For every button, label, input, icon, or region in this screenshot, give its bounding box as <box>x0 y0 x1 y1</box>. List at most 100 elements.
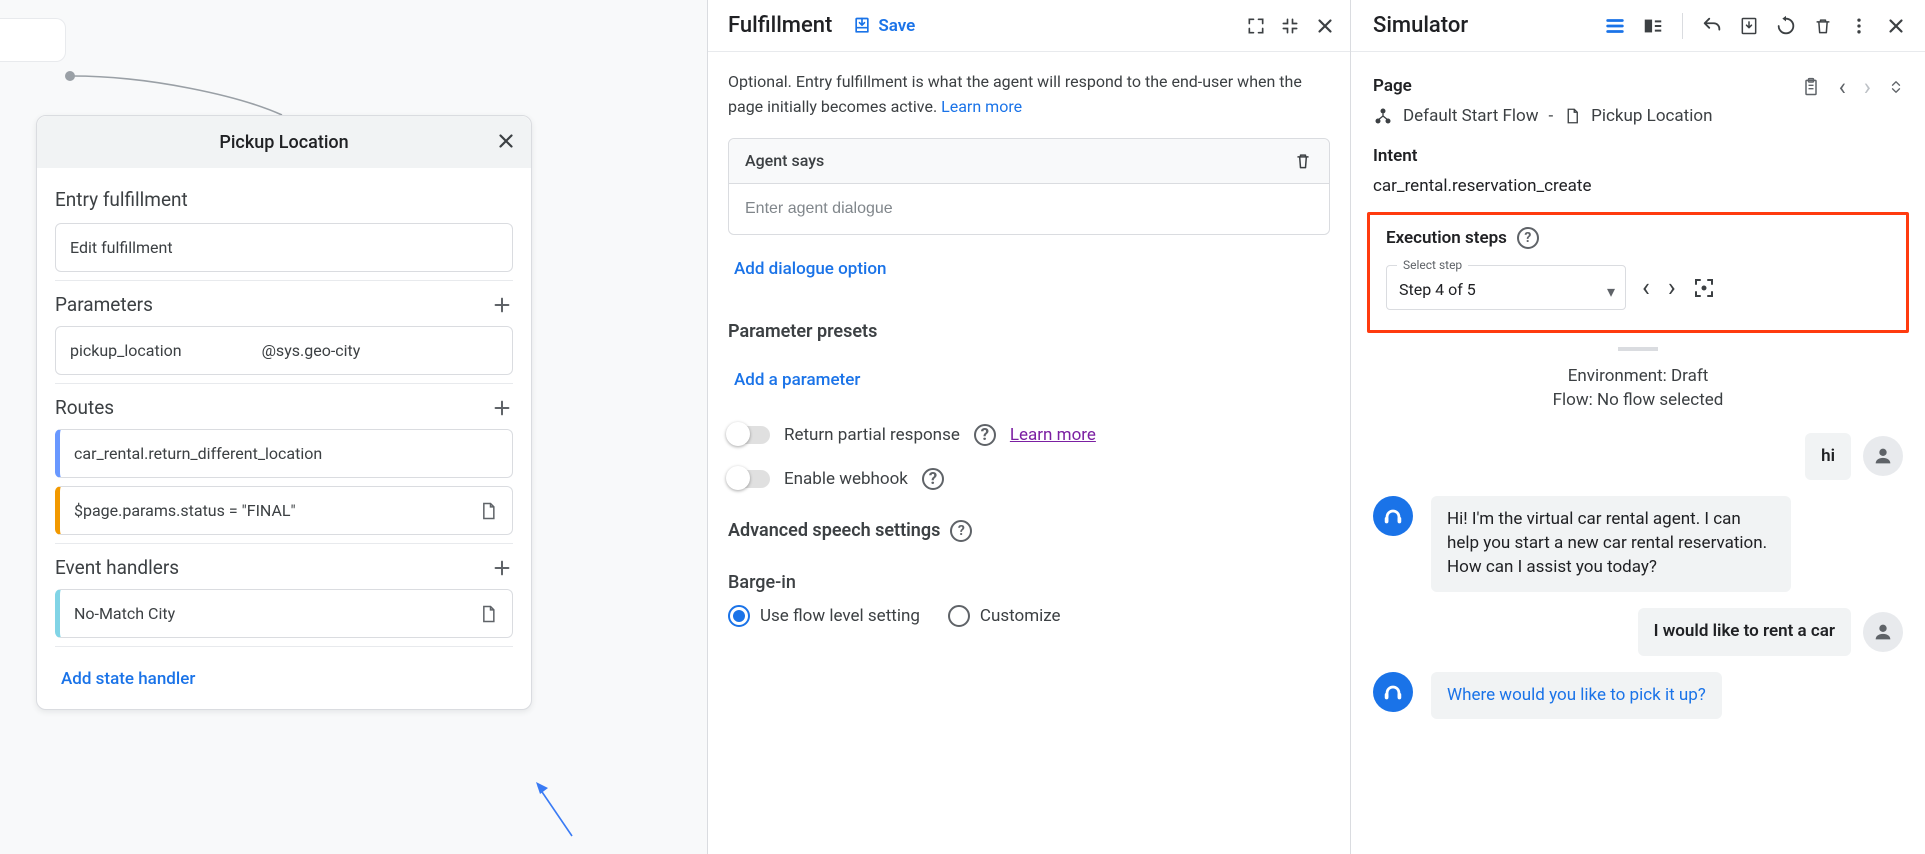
radio-selected-icon <box>728 605 750 627</box>
list-view-icon[interactable] <box>1600 11 1630 41</box>
flow-name: Default Start Flow <box>1403 106 1538 126</box>
page-name: Pickup Location <box>1591 106 1712 126</box>
customize-radio[interactable]: Customize <box>948 605 1061 627</box>
reset-icon[interactable] <box>1771 11 1801 41</box>
collapse-icon[interactable] <box>1889 80 1903 94</box>
edit-fulfillment-label: Edit fulfillment <box>70 238 173 257</box>
agent-avatar-icon <box>1373 672 1413 712</box>
event-handlers-title: Event handlers <box>55 556 179 579</box>
add-parameter-link[interactable]: Add a parameter <box>728 362 866 398</box>
close-icon[interactable] <box>495 130 517 152</box>
route-intent-label: car_rental.return_different_location <box>74 444 322 463</box>
focus-icon[interactable] <box>1692 276 1716 300</box>
close-icon[interactable] <box>1881 11 1911 41</box>
routes-title: Routes <box>55 396 114 419</box>
split-view-icon[interactable] <box>1638 11 1668 41</box>
radio-unselected-icon <box>948 605 970 627</box>
step-select[interactable]: Select step Step 4 of 5 ▾ <box>1386 265 1626 310</box>
user-message: I would like to rent a car <box>1638 608 1851 656</box>
page-icon <box>478 604 498 624</box>
intent-label: Intent <box>1373 146 1903 166</box>
save-button[interactable]: Save <box>852 16 915 36</box>
edit-fulfillment-item[interactable]: Edit fulfillment <box>55 223 513 272</box>
exit-fullscreen-icon[interactable] <box>1280 16 1300 36</box>
simulator-panel: Simulator <box>1350 0 1925 854</box>
event-handler-label: No-Match City <box>74 604 175 623</box>
drag-handle[interactable] <box>1618 347 1658 351</box>
step-prev-icon[interactable]: ‹ <box>1640 273 1652 303</box>
entry-fulfillment-title: Entry fulfillment <box>55 188 513 211</box>
add-parameter-icon[interactable] <box>491 294 513 316</box>
agent-says-label: Agent says <box>745 151 824 170</box>
return-partial-label: Return partial response <box>784 425 960 445</box>
parameter-item[interactable]: pickup_location @sys.geo-city <box>55 326 513 375</box>
more-icon[interactable] <box>1845 12 1873 40</box>
add-route-icon[interactable] <box>491 397 513 419</box>
breadcrumb: Default Start Flow - Pickup Location <box>1373 106 1903 126</box>
help-icon[interactable]: ? <box>950 520 972 542</box>
fulfillment-panel: Fulfillment Save Optional. Entry fulfill… <box>707 0 1350 854</box>
help-icon[interactable]: ? <box>1517 227 1539 249</box>
delete-icon[interactable] <box>1293 151 1313 171</box>
learn-more-link[interactable]: Learn more <box>1010 425 1096 445</box>
step-next-icon[interactable]: › <box>1666 273 1678 303</box>
route-condition-label: $page.params.status = "FINAL" <box>74 501 296 520</box>
flow-icon <box>1373 106 1393 126</box>
step-select-value: Step 4 of 5 <box>1399 280 1476 299</box>
event-handler-item[interactable]: No-Match City <box>55 589 513 638</box>
agent-message: Where would you like to pick it up? <box>1431 672 1722 720</box>
undo-icon[interactable] <box>1697 11 1727 41</box>
chat-agent-turn: Hi! I'm the virtual car rental agent. I … <box>1373 496 1903 591</box>
start-node-stub[interactable] <box>0 18 66 62</box>
close-icon[interactable] <box>1314 15 1336 37</box>
fullscreen-icon[interactable] <box>1246 16 1266 36</box>
parameters-title: Parameters <box>55 293 153 316</box>
learn-more-link[interactable]: Learn more <box>941 97 1022 116</box>
user-message: hi <box>1805 433 1851 481</box>
intent-name: car_rental.reservation_create <box>1373 176 1903 196</box>
user-avatar-icon <box>1863 436 1903 476</box>
use-flow-level-radio[interactable]: Use flow level setting <box>728 605 920 627</box>
download-icon[interactable] <box>1735 12 1763 40</box>
page-card-header: Pickup Location <box>37 116 531 168</box>
help-icon[interactable]: ? <box>922 468 944 490</box>
save-label: Save <box>878 16 915 36</box>
execution-steps-label: Execution steps <box>1386 228 1507 248</box>
return-partial-toggle[interactable] <box>728 426 770 444</box>
chat-user-turn: I would like to rent a car <box>1373 608 1903 656</box>
param-name: pickup_location <box>70 341 182 360</box>
add-state-handler-link[interactable]: Add state handler <box>55 661 201 697</box>
page-icon <box>1563 107 1581 125</box>
barge-in-title: Barge-in <box>728 572 1330 593</box>
agent-says-box: Agent says <box>728 138 1330 235</box>
page-title: Pickup Location <box>219 132 348 153</box>
prev-turn-icon[interactable]: ‹ <box>1839 73 1846 101</box>
chat-user-turn: hi <box>1373 433 1903 481</box>
agent-avatar-icon <box>1373 496 1413 536</box>
save-icon <box>852 16 872 36</box>
page-icon <box>478 501 498 521</box>
caret-down-icon: ▾ <box>1607 282 1615 301</box>
execution-steps-highlight: Execution steps ? Select step Step 4 of … <box>1367 212 1909 333</box>
page-card: Pickup Location Entry fulfillment Edit f… <box>36 115 532 710</box>
route-condition-item[interactable]: $page.params.status = "FINAL" <box>55 486 513 535</box>
step-select-legend: Select step <box>1397 258 1468 272</box>
delete-icon[interactable] <box>1809 12 1837 40</box>
help-icon[interactable]: ? <box>974 424 996 446</box>
advanced-speech-title: Advanced speech settings <box>728 520 940 541</box>
user-avatar-icon <box>1863 612 1903 652</box>
add-event-handler-icon[interactable] <box>491 557 513 579</box>
add-dialogue-option-link[interactable]: Add dialogue option <box>728 251 892 287</box>
fulfillment-description: Optional. Entry fulfillment is what the … <box>728 70 1330 120</box>
route-intent-item[interactable]: car_rental.return_different_location <box>55 429 513 478</box>
simulator-title: Simulator <box>1373 13 1468 38</box>
chat-log: hi Hi! I'm the virtual car rental agent.… <box>1373 433 1903 720</box>
agent-dialogue-input[interactable] <box>729 184 1329 234</box>
environment-info: Environment: Draft Flow: No flow selecte… <box>1373 365 1903 413</box>
enable-webhook-toggle[interactable] <box>728 470 770 488</box>
flow-canvas[interactable]: Pickup Location Entry fulfillment Edit f… <box>0 0 702 854</box>
next-turn-icon[interactable]: › <box>1864 73 1871 101</box>
fulfillment-title: Fulfillment <box>728 13 832 38</box>
chat-agent-turn: Where would you like to pick it up? <box>1373 672 1903 720</box>
clipboard-icon[interactable] <box>1801 77 1821 97</box>
